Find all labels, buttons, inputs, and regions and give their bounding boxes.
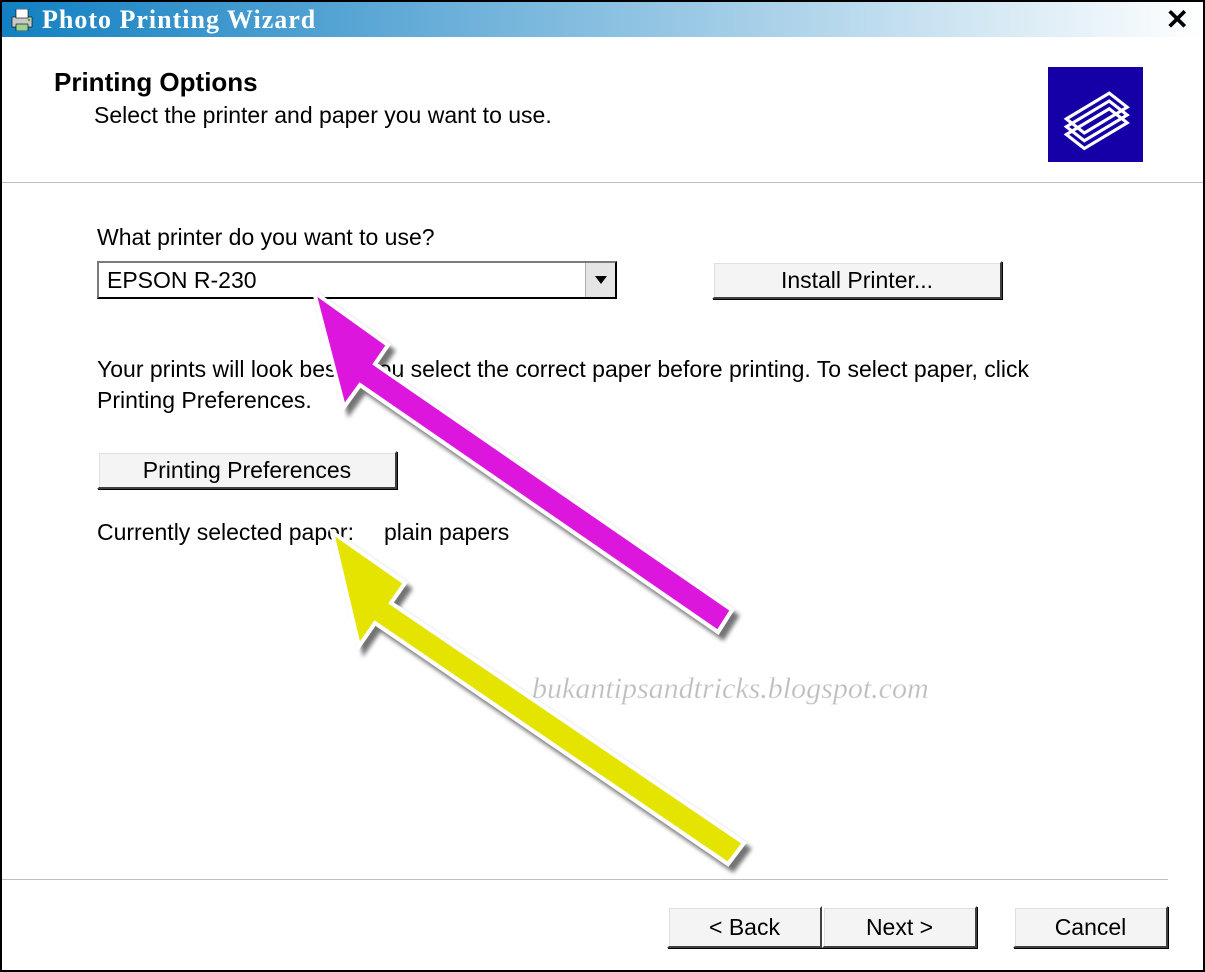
watermark-text: bukantipsandtricks.blogspot.com xyxy=(532,672,929,706)
printer-select-value: EPSON R-230 xyxy=(99,267,585,294)
close-icon[interactable]: ✕ xyxy=(1160,10,1195,30)
wizard-header: Printing Options Select the printer and … xyxy=(2,37,1203,182)
selected-paper-value: plain papers xyxy=(384,519,509,546)
footer-divider xyxy=(2,879,1168,881)
printer-select-label: What printer do you want to use? xyxy=(97,224,1108,251)
content-area: What printer do you want to use? EPSON R… xyxy=(2,184,1203,546)
photo-stack-icon xyxy=(1048,67,1143,162)
page-title: Printing Options xyxy=(54,67,1048,98)
titlebar[interactable]: Photo Printing Wizard ✕ xyxy=(2,2,1203,37)
page-subtitle: Select the printer and paper you want to… xyxy=(94,102,1048,129)
instruction-text: Your prints will look best if you select… xyxy=(97,354,1047,416)
cancel-button[interactable]: Cancel xyxy=(1013,906,1168,948)
printer-select[interactable]: EPSON R-230 xyxy=(97,261,617,299)
wizard-window: Photo Printing Wizard ✕ Printing Options… xyxy=(0,0,1205,972)
yellow-arrow-icon xyxy=(332,532,744,864)
chevron-down-icon xyxy=(585,263,615,297)
selected-paper-label: Currently selected paper: xyxy=(97,519,354,546)
next-button[interactable]: Next > xyxy=(822,906,977,948)
printing-preferences-button[interactable]: Printing Preferences xyxy=(97,451,397,489)
wizard-footer: < Back Next > Cancel xyxy=(2,869,1203,970)
install-printer-button[interactable]: Install Printer... xyxy=(712,261,1002,299)
back-button[interactable]: < Back xyxy=(667,906,822,948)
window-title: Photo Printing Wizard xyxy=(34,5,1160,35)
printer-icon xyxy=(10,9,34,31)
